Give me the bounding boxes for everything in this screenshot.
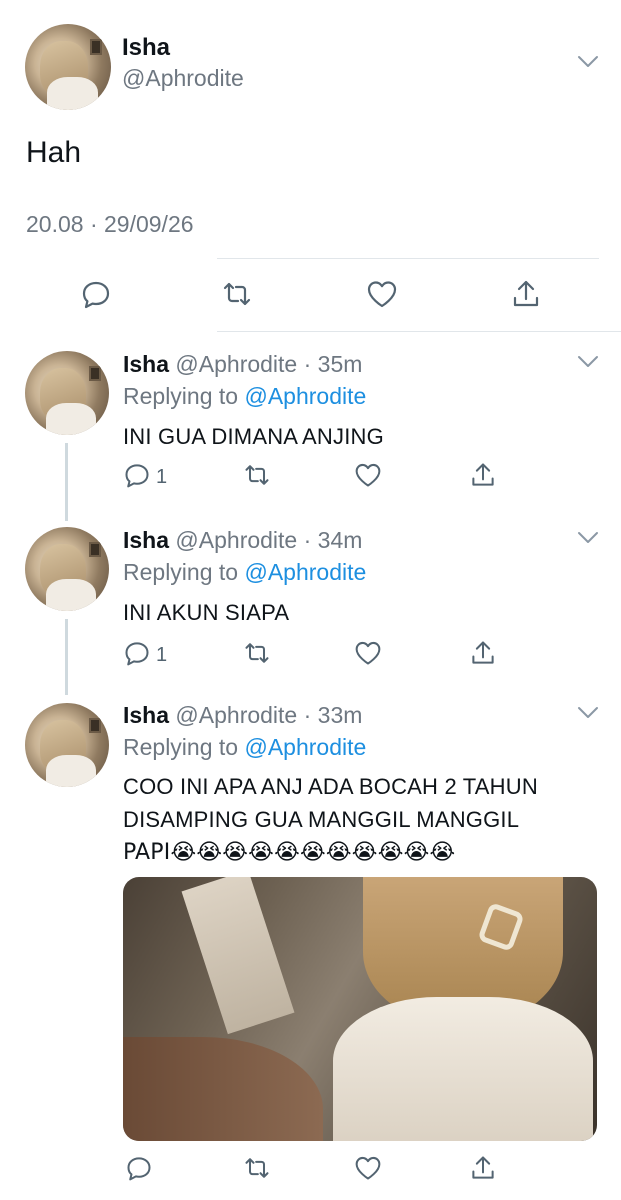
reply-count: 1 — [156, 466, 168, 488]
replying-to-link[interactable]: @Aphrodite — [244, 383, 366, 409]
reply-button[interactable] — [80, 278, 112, 310]
chevron-down-icon[interactable] — [577, 355, 599, 369]
avatar[interactable] — [25, 24, 111, 110]
reply-text: INI AKUN SIAPA — [123, 600, 290, 625]
reply-meta: @Aphrodite · 34m — [175, 527, 363, 553]
reply-icon — [125, 464, 149, 488]
reply-header[interactable]: Isha @Aphrodite · 34m — [123, 527, 362, 554]
share-icon — [513, 280, 539, 307]
like-button[interactable] — [354, 461, 382, 489]
heart-icon — [355, 1156, 381, 1180]
heart-icon — [367, 281, 397, 308]
tweet-timestamp[interactable]: 20.08 · 29/09/26 — [26, 211, 194, 238]
share-icon — [472, 463, 494, 486]
divider — [217, 258, 599, 259]
reply-author-name[interactable]: Isha — [123, 351, 169, 377]
like-button[interactable] — [354, 639, 382, 667]
retweet-icon — [245, 465, 269, 485]
retweet-button[interactable] — [243, 1154, 271, 1182]
share-button[interactable] — [510, 278, 542, 310]
tweet-text: Hah — [26, 136, 82, 169]
thread-line — [65, 619, 68, 695]
chevron-down-icon[interactable] — [577, 55, 599, 69]
retweet-button[interactable] — [221, 278, 253, 310]
reply-icon — [82, 281, 110, 309]
tweet-author-name[interactable]: Isha — [122, 34, 170, 62]
replying-to: Replying to @Aphrodite — [123, 383, 367, 409]
reply-icon — [127, 1157, 151, 1181]
replying-to: Replying to @Aphrodite — [123, 559, 367, 585]
reply-meta: @Aphrodite · 35m — [175, 351, 363, 377]
replying-to-link[interactable]: @Aphrodite — [244, 734, 366, 760]
reply-button[interactable] — [123, 639, 151, 667]
reply-header[interactable]: Isha @Aphrodite · 33m — [123, 702, 362, 729]
retweet-icon — [245, 1158, 269, 1178]
share-button[interactable] — [469, 1154, 497, 1182]
reply-text: COO INI APA ANJ ADA BOCAH 2 TAHUN DISAMP… — [123, 770, 603, 869]
avatar[interactable] — [25, 351, 109, 435]
retweet-icon — [245, 643, 269, 663]
heart-icon — [355, 641, 381, 665]
reply-text: INI GUA DIMANA ANJING — [123, 424, 384, 449]
replying-to: Replying to @Aphrodite — [123, 734, 367, 760]
share-icon — [472, 641, 494, 664]
reply-header[interactable]: Isha @Aphrodite · 35m — [123, 351, 362, 378]
share-icon — [472, 1156, 494, 1179]
like-button[interactable] — [366, 278, 398, 310]
reply-meta: @Aphrodite · 33m — [175, 702, 363, 728]
reply-button[interactable] — [123, 461, 151, 489]
retweet-button[interactable] — [243, 461, 271, 489]
reply-author-name[interactable]: Isha — [123, 702, 169, 728]
reply-text-line: COO INI APA ANJ ADA BOCAH 2 TAHUN — [123, 774, 538, 799]
retweet-button[interactable] — [243, 639, 271, 667]
tweet-author-handle[interactable]: @Aphrodite — [122, 65, 244, 92]
avatar[interactable] — [25, 703, 109, 787]
reply-text-line: DISAMPING GUA MANGGIL MANGGIL — [123, 807, 520, 832]
replying-to-link[interactable]: @Aphrodite — [244, 559, 366, 585]
reply-text-line: PAPI😭😭😭😭😭😭😭😭😭😭😭 — [123, 840, 456, 865]
share-button[interactable] — [469, 461, 497, 489]
heart-icon — [355, 463, 381, 487]
chevron-down-icon[interactable] — [577, 531, 599, 545]
share-button[interactable] — [469, 639, 497, 667]
media-image[interactable] — [123, 877, 597, 1141]
reply-count: 1 — [156, 644, 168, 666]
reply-icon — [125, 642, 149, 666]
thread-line — [65, 443, 68, 521]
chevron-down-icon[interactable] — [577, 706, 599, 720]
reply-author-name[interactable]: Isha — [123, 527, 169, 553]
reply-button[interactable] — [125, 1154, 153, 1182]
like-button[interactable] — [354, 1154, 382, 1182]
divider — [217, 331, 621, 332]
retweet-icon — [223, 282, 251, 306]
avatar[interactable] — [25, 527, 109, 611]
